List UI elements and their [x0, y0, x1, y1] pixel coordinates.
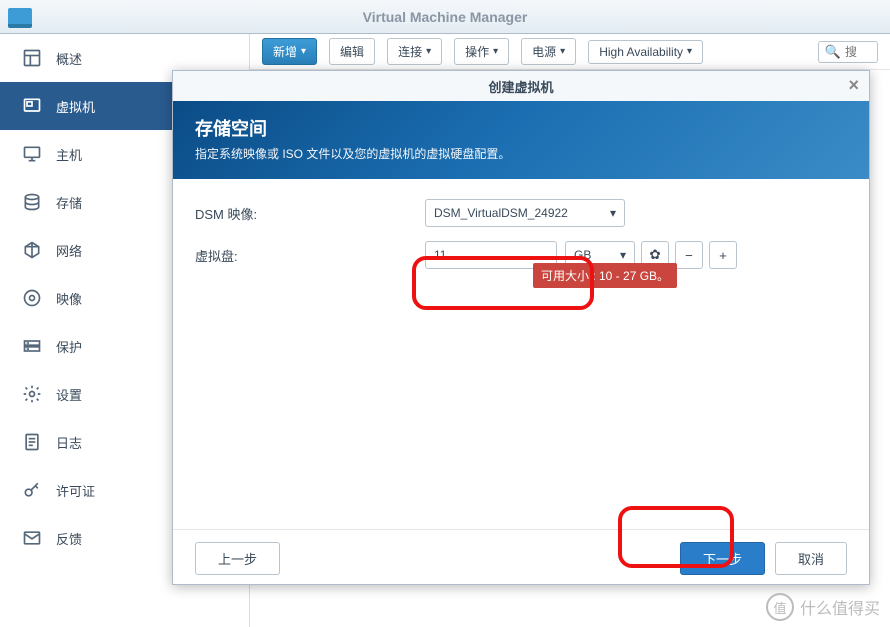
window-title: Virtual Machine Manager: [0, 9, 890, 25]
watermark-text: 什么值得买: [800, 595, 880, 619]
dialog-title-bar: 创建虚拟机 ×: [173, 71, 869, 101]
search-input[interactable]: [845, 45, 871, 59]
watermark-icon: 值: [766, 593, 794, 621]
dialog-banner: 存储空间 指定系统映像或 ISO 文件以及您的虚拟机的虚拟硬盘配置。: [173, 101, 869, 179]
plus-icon: +: [719, 248, 727, 263]
add-button[interactable]: 新增▾: [262, 38, 317, 65]
connect-button[interactable]: 连接▾: [387, 38, 442, 65]
size-hint-tooltip: 可用大小 : 10 - 27 GB。: [533, 263, 677, 288]
toolbar: 新增▾ 编辑 连接▾ 操作▾ 电源▾ High Availability▾ 🔍: [250, 34, 890, 70]
sidebar-item-label: 主机: [56, 145, 82, 164]
edit-button[interactable]: 编辑: [329, 38, 375, 65]
layout-icon: [22, 48, 42, 68]
dsm-image-label: DSM 映像:: [195, 204, 425, 223]
close-icon[interactable]: ×: [848, 75, 859, 96]
dialog-title: 创建虚拟机: [488, 77, 553, 96]
sidebar-item-label: 日志: [56, 433, 82, 452]
vdisk-remove-button[interactable]: −: [675, 241, 703, 269]
image-icon: [22, 288, 42, 308]
dialog-footer: 上一步 下一步 取消: [173, 529, 869, 587]
vdisk-unit-value: GB: [574, 248, 591, 262]
chevron-down-icon: ▾: [426, 46, 431, 57]
search-icon: 🔍: [825, 44, 841, 60]
back-button[interactable]: 上一步: [195, 542, 280, 575]
banner-subtitle: 指定系统映像或 ISO 文件以及您的虚拟机的虚拟硬盘配置。: [195, 145, 847, 162]
banner-title: 存储空间: [195, 115, 847, 141]
sidebar-item-label: 概述: [56, 49, 82, 68]
next-button[interactable]: 下一步: [680, 542, 765, 575]
vdisk-label: 虚拟盘:: [195, 246, 425, 265]
sidebar-item-label: 保护: [56, 337, 82, 356]
create-vm-dialog: 创建虚拟机 × 存储空间 指定系统映像或 ISO 文件以及您的虚拟机的虚拟硬盘配…: [172, 70, 870, 585]
watermark: 值 什么值得买: [766, 593, 880, 621]
vdisk-add-button[interactable]: +: [709, 241, 737, 269]
sidebar-item-label: 设置: [56, 385, 82, 404]
sidebar-item-label: 许可证: [56, 481, 95, 500]
gear-icon: ✿: [649, 247, 660, 263]
power-button[interactable]: 电源▾: [521, 38, 576, 65]
sidebar-item-label: 映像: [56, 289, 82, 308]
ha-button[interactable]: High Availability▾: [588, 40, 703, 64]
chevron-down-icon: ▾: [301, 46, 306, 57]
shield-icon: [22, 336, 42, 356]
sidebar-item-label: 存储: [56, 193, 82, 212]
minus-icon: −: [685, 248, 693, 263]
search-box[interactable]: 🔍: [818, 41, 878, 63]
gear-icon: [22, 384, 42, 404]
window-title-bar: Virtual Machine Manager: [0, 0, 890, 34]
vm-icon: [22, 96, 42, 116]
log-icon: [22, 432, 42, 452]
sidebar-item-label: 反馈: [56, 529, 82, 548]
dsm-image-value: DSM_VirtualDSM_24922: [434, 206, 568, 220]
chevron-down-icon: ▾: [620, 248, 626, 262]
chevron-down-icon: ▾: [493, 46, 498, 57]
sidebar-item-label: 网络: [56, 241, 82, 260]
action-button[interactable]: 操作▾: [454, 38, 509, 65]
chevron-down-icon: ▾: [610, 206, 616, 220]
sidebar-item-label: 虚拟机: [56, 97, 95, 116]
mail-icon: [22, 528, 42, 548]
dsm-image-select[interactable]: DSM_VirtualDSM_24922 ▾: [425, 199, 625, 227]
cancel-button[interactable]: 取消: [775, 542, 847, 575]
disks-icon: [22, 192, 42, 212]
network-icon: [22, 240, 42, 260]
chevron-down-icon: ▾: [560, 46, 565, 57]
key-icon: [22, 480, 42, 500]
monitor-icon: [22, 144, 42, 164]
chevron-down-icon: ▾: [687, 46, 692, 57]
